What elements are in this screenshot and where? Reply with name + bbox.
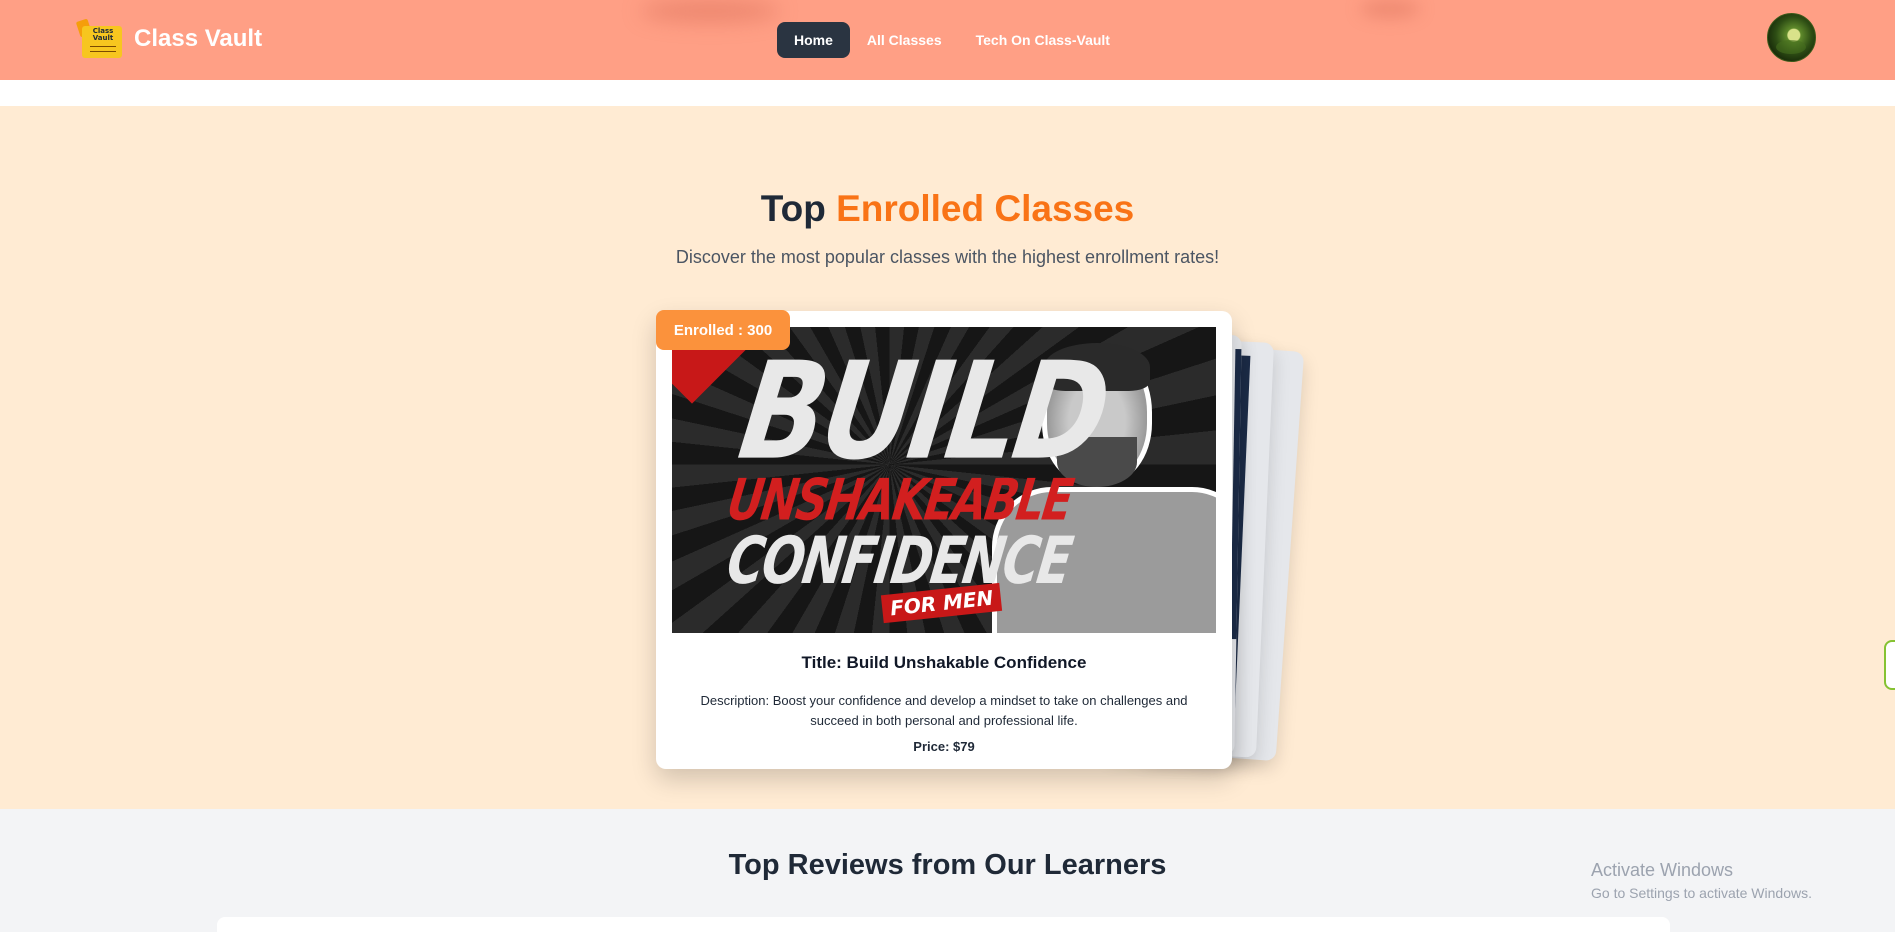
nav-decoration [640,0,780,22]
class-description: Description: Boost your confidence and d… [700,693,1188,728]
watermark-line-2: Go to Settings to activate Windows. [1591,885,1812,901]
windows-activation-watermark: Activate Windows Go to Settings to activ… [1591,860,1812,901]
thumb-text-confidence: CONFIDENCE [722,523,1076,599]
review-card [217,917,1670,932]
enrolled-badge: Enrolled : 300 [656,310,790,350]
user-avatar[interactable] [1767,13,1816,62]
section-subtitle: Discover the most popular classes with t… [675,247,1220,267]
section-title: Top Enrolled Classes [0,188,1895,230]
nav-links: Home All Classes Tech On Class-Vault [777,22,1127,58]
section-title-plain: Top [760,188,826,229]
watermark-line-1: Activate Windows [1591,860,1734,880]
logo-icon: Class Vault [75,18,124,60]
navbar: Class Vault Class Vault Home All Classes… [0,0,1895,80]
class-title: Title: Build Unshakable Confidence [801,653,1087,672]
brand-link[interactable]: Class Vault Class Vault [75,18,263,60]
logo-text: Class Vault [92,27,114,42]
nav-link-home[interactable]: Home [777,22,850,58]
class-card[interactable]: BUILD UNSHAKEABLE CONFIDENCE FOR MEN Tit… [656,311,1232,769]
class-price: Price: $79 [913,739,975,754]
side-floating-widget[interactable] [1884,640,1895,690]
section-title-accent: Enrolled Classes [836,188,1135,229]
nav-decoration [1360,0,1420,18]
nav-link-tech-on-class-vault[interactable]: Tech On Class-Vault [959,22,1127,58]
nav-link-all-classes[interactable]: All Classes [850,22,959,58]
class-thumbnail: BUILD UNSHAKEABLE CONFIDENCE FOR MEN [672,327,1216,633]
brand-name: Class Vault [134,25,263,52]
